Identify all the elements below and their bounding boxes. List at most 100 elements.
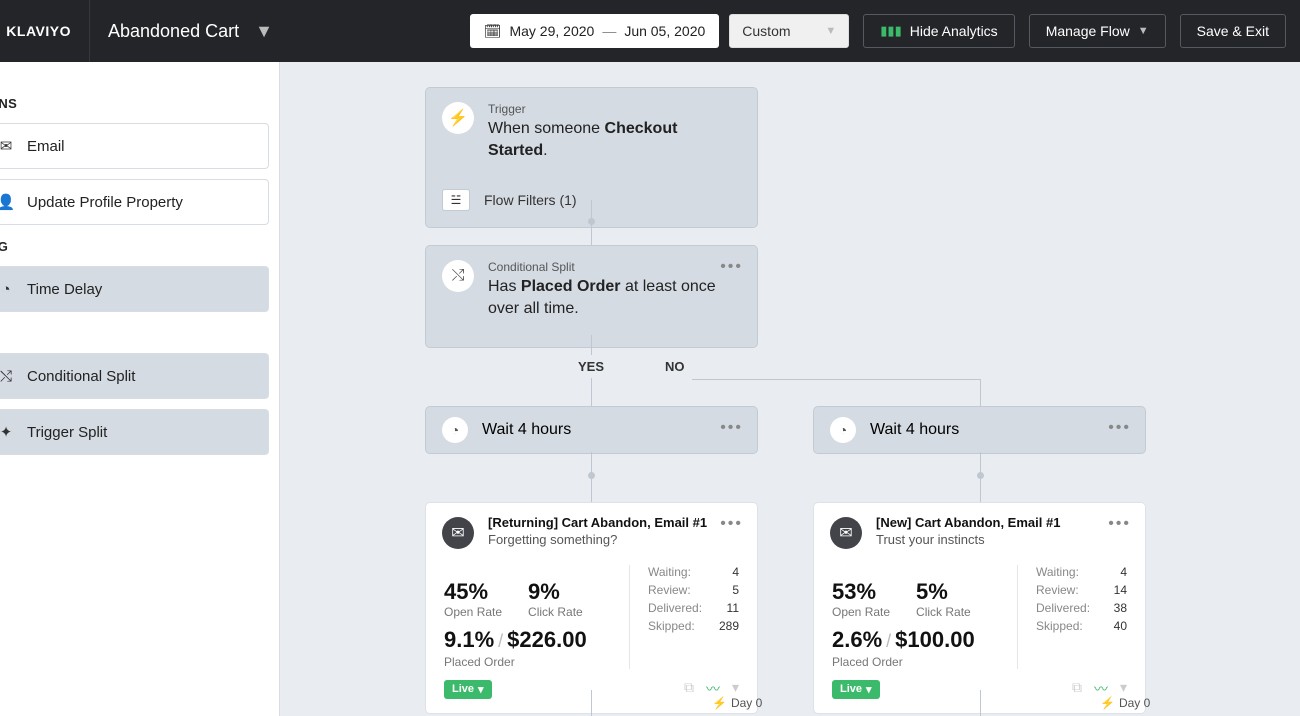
date-range-picker[interactable]: 🗓 May 29, 2020 — Jun 05, 2020 bbox=[470, 14, 720, 48]
node-type-label: Conditional Split bbox=[488, 260, 741, 274]
palette-trigger-split[interactable]: ✦ Trigger Split bbox=[0, 409, 269, 455]
wait-node-yes[interactable]: ••• ◔ Wait 4 hours bbox=[425, 406, 758, 454]
connector-dot bbox=[588, 472, 595, 479]
connector bbox=[980, 379, 981, 406]
palette-time-delay[interactable]: ◔ Time Delay bbox=[0, 266, 269, 312]
email-subject: Trust your instincts bbox=[876, 532, 1060, 547]
connector bbox=[591, 378, 592, 406]
chart-icon: ▮▮▮ bbox=[880, 23, 901, 39]
flow-canvas[interactable]: ⚡ Trigger When someone Checkout Started.… bbox=[280, 62, 1300, 716]
email-icon: ✉ bbox=[442, 517, 474, 549]
chevron-down-icon: ▼ bbox=[825, 25, 836, 37]
sidebar-heading-timing: NG bbox=[0, 239, 269, 254]
email-subject: Forgetting something? bbox=[488, 532, 707, 547]
flow-title-dropdown[interactable]: Abandoned Cart ▼ bbox=[90, 21, 291, 42]
open-rate-value: 53% bbox=[832, 579, 890, 605]
flow-filters-label: Flow Filters (1) bbox=[484, 192, 577, 208]
email-node-returning[interactable]: ••• ✉ [Returning] Cart Abandon, Email #1… bbox=[425, 502, 758, 714]
split-icon: ⤭ bbox=[0, 368, 15, 385]
clock-icon: ◔ bbox=[0, 281, 15, 298]
email-stats-right: Waiting:4 Review:14 Delivered:38 Skipped… bbox=[1017, 565, 1127, 669]
click-rate-label: Click Rate bbox=[528, 605, 583, 619]
chevron-down-icon: ▼ bbox=[255, 21, 273, 42]
node-menu-button[interactable]: ••• bbox=[1108, 419, 1131, 437]
palette-label: Conditional Split bbox=[27, 368, 135, 385]
connector-dot bbox=[588, 218, 595, 225]
range-preset-label: Custom bbox=[742, 23, 790, 39]
day-label-left: ⚡Day 0 bbox=[712, 696, 762, 710]
live-badge[interactable]: Live▾ bbox=[444, 680, 492, 699]
node-menu-button[interactable]: ••• bbox=[720, 258, 743, 276]
open-rate-value: 45% bbox=[444, 579, 502, 605]
wait-label: Wait 4 hours bbox=[482, 421, 571, 439]
hide-analytics-button[interactable]: ▮▮▮ Hide Analytics bbox=[863, 14, 1014, 48]
trigger-split-icon: ✦ bbox=[0, 423, 15, 441]
connector bbox=[591, 335, 592, 355]
palette-email[interactable]: ✉ Email bbox=[0, 123, 269, 169]
sidebar-heading-logic: C bbox=[0, 326, 269, 341]
app-header: KLAVIYO Abandoned Cart ▼ 🗓 May 29, 2020 … bbox=[0, 0, 1300, 62]
conv-pct: 2.6% bbox=[832, 627, 882, 652]
filter-icon: ☱ bbox=[442, 189, 470, 211]
calendar-icon: 🗓 bbox=[484, 23, 502, 40]
branch-no-label: NO bbox=[665, 359, 685, 374]
flow-title: Abandoned Cart bbox=[108, 21, 239, 42]
day-label-right: ⚡Day 0 bbox=[1100, 696, 1150, 710]
click-rate-value: 5% bbox=[916, 579, 971, 605]
hide-analytics-label: Hide Analytics bbox=[910, 23, 998, 39]
palette-label: Trigger Split bbox=[27, 424, 107, 441]
email-stats-right: Waiting:4 Review:5 Delivered:11 Skipped:… bbox=[629, 565, 739, 669]
sidebar: ONS ✉ Email 👤 Update Profile Property NG… bbox=[0, 62, 280, 716]
bolt-icon: ⚡ bbox=[1100, 696, 1115, 710]
chevron-down-icon: ▼ bbox=[1138, 25, 1149, 37]
conv-pct: 9.1% bbox=[444, 627, 494, 652]
email-name: [New] Cart Abandon, Email #1 bbox=[876, 515, 1060, 530]
range-preset-select[interactable]: Custom ▼ bbox=[729, 14, 849, 48]
wait-node-no[interactable]: ••• ◔ Wait 4 hours bbox=[813, 406, 1146, 454]
conditional-split-node[interactable]: ••• ⤭ Conditional Split Has Placed Order… bbox=[425, 245, 758, 348]
trigger-text: When someone Checkout Started. bbox=[488, 118, 741, 161]
branch-yes-label: YES bbox=[578, 359, 604, 374]
palette-label: Update Profile Property bbox=[27, 194, 183, 211]
email-node-new[interactable]: ••• ✉ [New] Cart Abandon, Email #1 Trust… bbox=[813, 502, 1146, 714]
palette-label: Time Delay bbox=[27, 281, 102, 298]
node-type-label: Trigger bbox=[488, 102, 741, 116]
clone-icon[interactable]: ⧉ bbox=[684, 679, 694, 699]
date-start: May 29, 2020 bbox=[509, 23, 594, 39]
node-menu-button[interactable]: ••• bbox=[720, 515, 743, 533]
palette-conditional-split[interactable]: ⤭ Conditional Split bbox=[0, 353, 269, 399]
conv-amt: $226.00 bbox=[507, 627, 587, 652]
connector bbox=[591, 690, 592, 716]
click-rate-value: 9% bbox=[528, 579, 583, 605]
live-badge[interactable]: Live▾ bbox=[832, 680, 880, 699]
email-stats-left: 53%Open Rate 5%Click Rate 2.6%/$100.00 P… bbox=[832, 565, 993, 669]
conv-amt: $100.00 bbox=[895, 627, 975, 652]
connector-dot bbox=[977, 472, 984, 479]
connector bbox=[980, 690, 981, 716]
clock-icon: ◔ bbox=[830, 417, 856, 443]
clock-icon: ◔ bbox=[442, 417, 468, 443]
save-exit-button[interactable]: Save & Exit bbox=[1180, 14, 1286, 48]
user-icon: 👤 bbox=[0, 193, 15, 211]
email-name: [Returning] Cart Abandon, Email #1 bbox=[488, 515, 707, 530]
dash-icon: — bbox=[602, 23, 616, 39]
split-text: Has Placed Order at least once over all … bbox=[488, 276, 741, 319]
manage-flow-label: Manage Flow bbox=[1046, 23, 1130, 39]
palette-label: Email bbox=[27, 138, 65, 155]
save-exit-label: Save & Exit bbox=[1197, 23, 1269, 39]
bolt-icon: ⚡ bbox=[442, 102, 474, 134]
manage-flow-button[interactable]: Manage Flow ▼ bbox=[1029, 14, 1166, 48]
sidebar-heading-actions: ONS bbox=[0, 96, 269, 111]
node-menu-button[interactable]: ••• bbox=[1108, 515, 1131, 533]
logo: KLAVIYO bbox=[0, 0, 90, 62]
open-rate-label: Open Rate bbox=[832, 605, 890, 619]
email-icon: ✉ bbox=[830, 517, 862, 549]
email-stats-left: 45%Open Rate 9%Click Rate 9.1%/$226.00 P… bbox=[444, 565, 605, 669]
wait-label: Wait 4 hours bbox=[870, 421, 959, 439]
clone-icon[interactable]: ⧉ bbox=[1072, 679, 1082, 699]
email-icon: ✉ bbox=[0, 137, 15, 155]
palette-update-profile[interactable]: 👤 Update Profile Property bbox=[0, 179, 269, 225]
open-rate-label: Open Rate bbox=[444, 605, 502, 619]
node-menu-button[interactable]: ••• bbox=[720, 419, 743, 437]
date-end: Jun 05, 2020 bbox=[624, 23, 705, 39]
